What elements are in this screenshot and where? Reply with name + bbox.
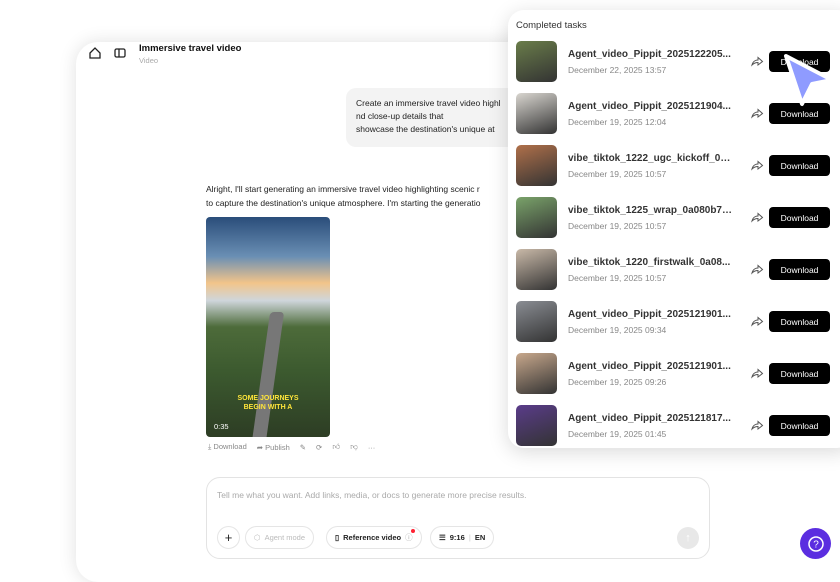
task-thumbnail <box>516 405 557 446</box>
settings-button[interactable]: ☰ 9:16 | EN <box>430 526 495 549</box>
reference-video-button[interactable]: ▯ Reference video ⓘ <box>326 526 422 549</box>
task-row[interactable]: vibe_tiktok_1222_ugc_kickoff_0a... Decem… <box>516 145 836 186</box>
share-icon[interactable] <box>750 366 764 380</box>
agent-mode-label: Agent mode <box>264 533 306 542</box>
task-date: December 19, 2025 01:45 <box>568 429 667 439</box>
task-name: vibe_tiktok_1225_wrap_0a080b7d... <box>568 205 732 216</box>
download-button[interactable]: Download <box>769 259 830 280</box>
video-road-graphic <box>251 312 285 437</box>
task-thumbnail <box>516 41 557 82</box>
composer[interactable]: Tell me what you want. Add links, media,… <box>206 477 710 559</box>
panel-title: Completed tasks <box>516 20 587 31</box>
task-date: December 19, 2025 12:04 <box>568 117 667 127</box>
sidebar-toggle-icon[interactable] <box>113 46 127 60</box>
task-thumbnail <box>516 249 557 290</box>
task-date: December 19, 2025 10:57 <box>568 273 667 283</box>
task-date: December 19, 2025 10:57 <box>568 221 667 231</box>
task-row[interactable]: Agent_video_Pippit_2025121817... Decembe… <box>516 405 836 446</box>
video-caption: SOME JOURNEYS BEGIN WITH A <box>206 394 330 412</box>
download-button[interactable]: Download <box>769 311 830 332</box>
task-date: December 19, 2025 09:34 <box>568 325 667 335</box>
download-action[interactable]: ⤓ Download <box>208 442 247 452</box>
task-row[interactable]: vibe_tiktok_1220_firstwalk_0a08... Decem… <box>516 249 836 290</box>
reference-video-label: Reference video <box>343 533 402 542</box>
share-icon[interactable] <box>750 314 764 328</box>
share-icon[interactable] <box>750 54 764 68</box>
task-name: Agent_video_Pippit_2025122205... <box>568 49 731 60</box>
info-icon: ⓘ <box>405 533 413 542</box>
task-thumbnail <box>516 301 557 342</box>
video-actions: ⤓ Download ➦ Publish ✎ ⟳ 👍︎ 👎︎ ··· <box>208 442 375 452</box>
thumbs-down-icon[interactable]: 👎︎ <box>350 442 358 452</box>
caption-line: SOME JOURNEYS <box>237 395 299 402</box>
divider: | <box>468 533 471 542</box>
home-icon[interactable] <box>88 46 102 60</box>
download-button[interactable]: Download <box>769 415 830 436</box>
task-thumbnail <box>516 93 557 134</box>
question-icon: ? <box>807 535 824 552</box>
task-date: December 22, 2025 13:57 <box>568 65 667 75</box>
download-button[interactable]: Download <box>769 363 830 384</box>
sliders-icon: ☰ <box>439 533 446 542</box>
publish-label: Publish <box>265 442 290 452</box>
download-button[interactable]: Download <box>769 207 830 228</box>
edit-icon[interactable]: ✎ <box>300 443 306 452</box>
download-label: Download <box>213 442 247 451</box>
task-name: Agent_video_Pippit_2025121901... <box>568 361 731 372</box>
task-name: vibe_tiktok_1222_ugc_kickoff_0a... <box>568 153 732 164</box>
reference-video-icon: ▯ <box>335 533 340 542</box>
composer-placeholder[interactable]: Tell me what you want. Add links, media,… <box>217 490 526 500</box>
page-subtitle: Video <box>139 56 159 65</box>
page-title: Immersive travel video <box>139 43 242 54</box>
agent-mode-button[interactable]: ⬡ Agent mode <box>245 526 315 549</box>
task-name: Agent_video_Pippit_2025121904... <box>568 101 731 112</box>
regenerate-icon[interactable]: ⟳ <box>316 443 322 452</box>
language-label: EN <box>474 533 486 542</box>
task-thumbnail <box>516 197 557 238</box>
task-row[interactable]: Agent_video_Pippit_2025121901... Decembe… <box>516 353 836 394</box>
cube-icon: ⬡ <box>254 533 261 542</box>
task-row[interactable]: Agent_video_Pippit_2025121901... Decembe… <box>516 301 836 342</box>
share-icon[interactable] <box>750 418 764 432</box>
svg-text:?: ? <box>813 539 819 550</box>
task-row[interactable]: vibe_tiktok_1225_wrap_0a080b7d... Decemb… <box>516 197 836 238</box>
publish-action[interactable]: ➦ Publish <box>257 443 290 452</box>
task-thumbnail <box>516 353 557 394</box>
add-button[interactable]: + <box>217 526 240 549</box>
share-icon[interactable] <box>750 106 764 120</box>
help-button[interactable]: ? <box>800 528 831 559</box>
task-name: vibe_tiktok_1220_firstwalk_0a08... <box>568 257 731 268</box>
more-icon[interactable]: ··· <box>368 443 376 452</box>
ratio-label: 9:16 <box>449 533 465 542</box>
video-duration: 0:35 <box>214 422 229 431</box>
task-thumbnail <box>516 145 557 186</box>
send-button[interactable]: ↑ <box>677 527 699 549</box>
task-name: Agent_video_Pippit_2025121901... <box>568 309 731 320</box>
thumbs-up-icon[interactable]: 👍︎ <box>332 442 340 452</box>
share-icon[interactable] <box>750 262 764 276</box>
share-icon[interactable] <box>750 210 764 224</box>
cursor-pointer-icon <box>784 54 834 106</box>
download-button[interactable]: Download <box>769 155 830 176</box>
notification-dot <box>410 529 415 533</box>
task-name: Agent_video_Pippit_2025121817... <box>568 413 731 424</box>
video-preview[interactable]: SOME JOURNEYS BEGIN WITH A 0:35 <box>206 217 330 437</box>
task-date: December 19, 2025 10:57 <box>568 169 667 179</box>
task-date: December 19, 2025 09:26 <box>568 377 667 387</box>
caption-line: BEGIN WITH A <box>243 404 293 411</box>
share-icon[interactable] <box>750 158 764 172</box>
